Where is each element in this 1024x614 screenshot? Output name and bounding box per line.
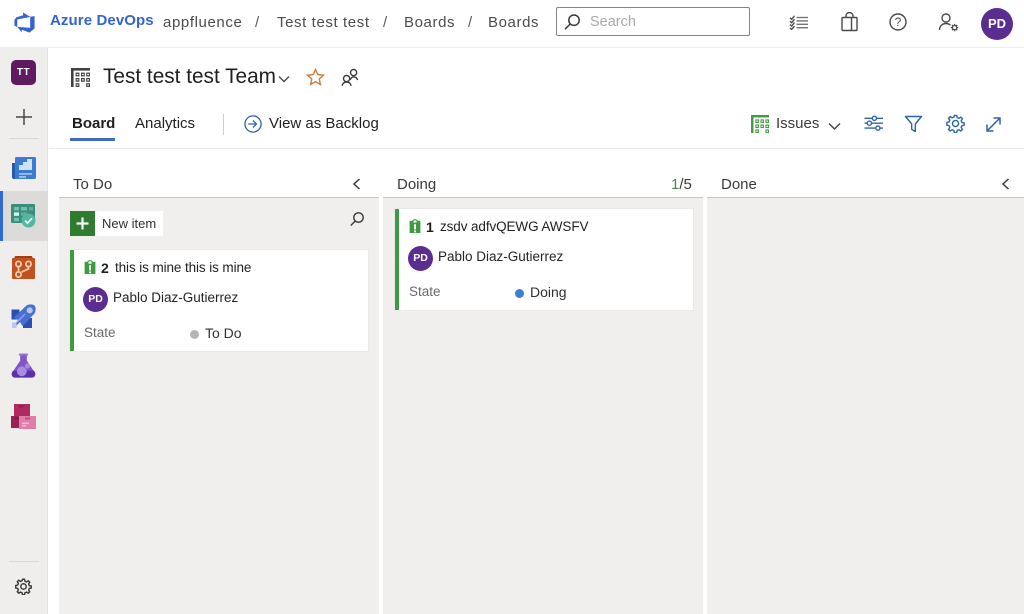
svg-text:?: ?	[895, 15, 902, 29]
